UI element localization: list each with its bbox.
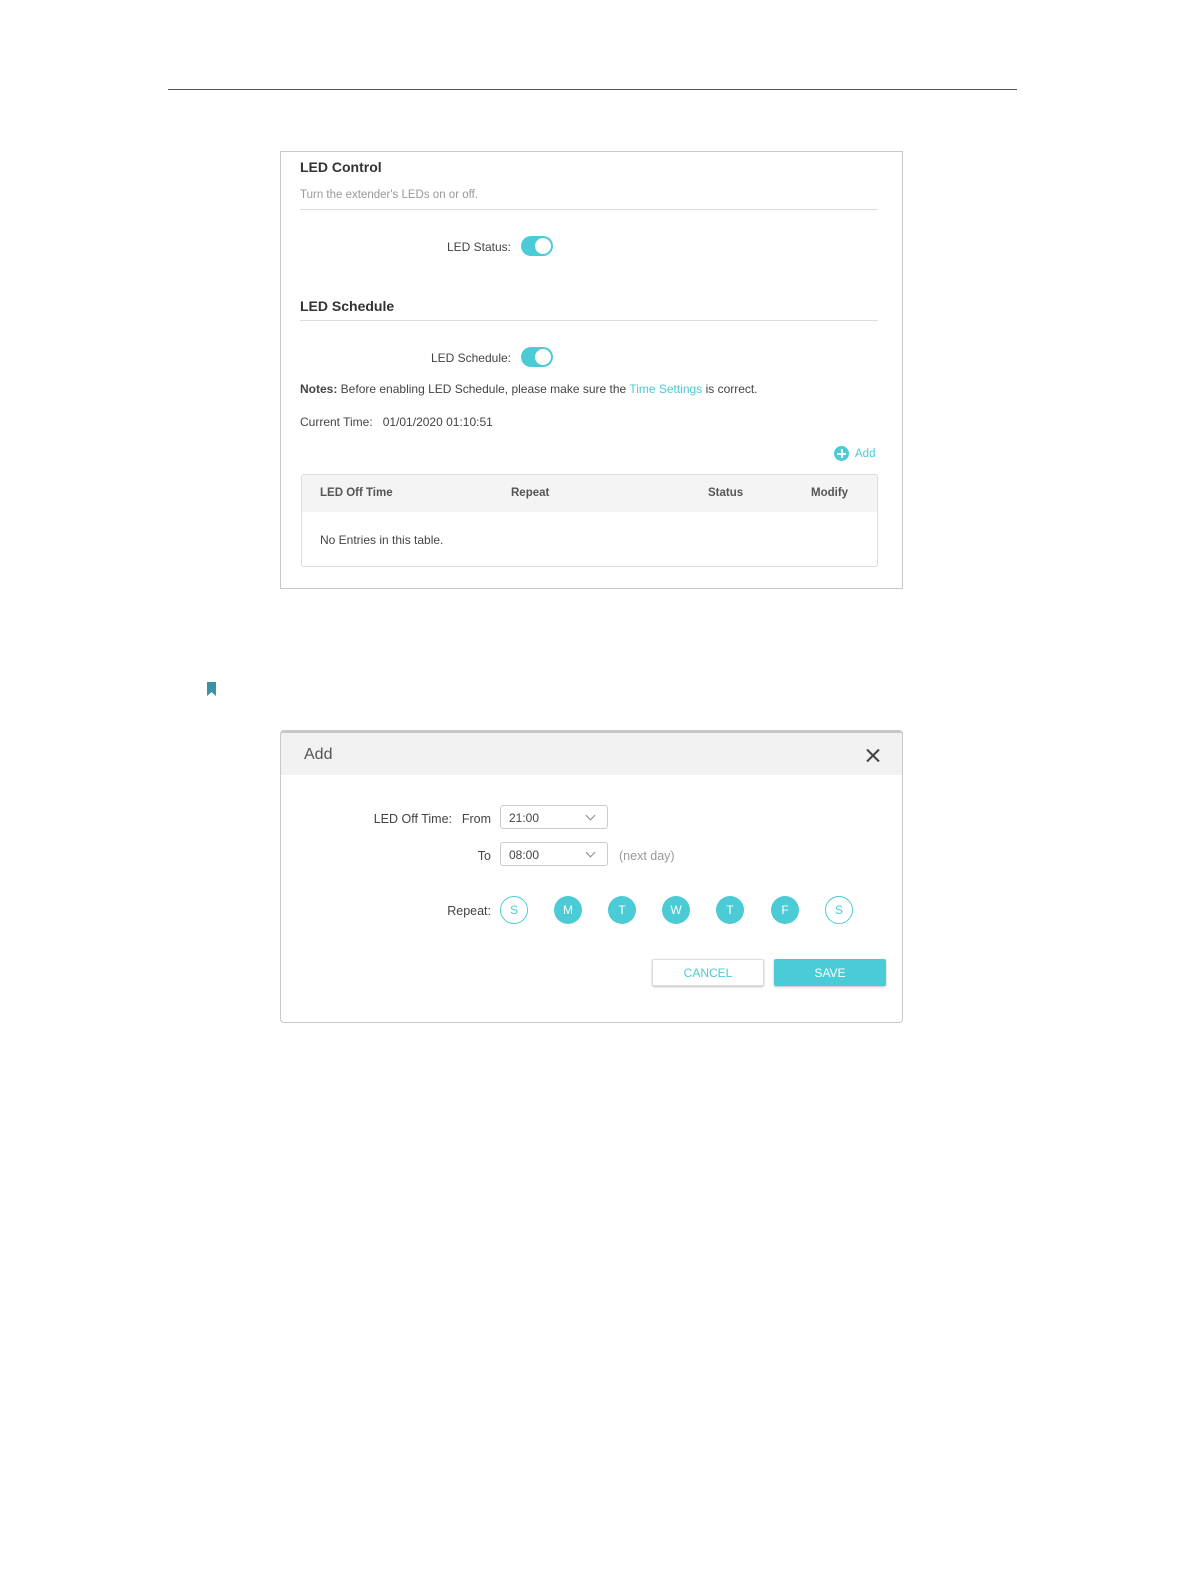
save-button[interactable]: SAVE [774, 959, 886, 986]
from-time-value: 21:00 [509, 811, 540, 825]
schedule-notes: Notes: Before enabling LED Schedule, ple… [300, 382, 758, 396]
dialog-header: Add [281, 733, 902, 775]
repeat-label: Repeat: [447, 904, 491, 918]
column-header: LED Off Time [320, 487, 393, 499]
next-day-note: (next day) [619, 849, 675, 863]
day-thursday[interactable]: T [716, 896, 744, 924]
day-sunday[interactable]: S [500, 896, 528, 924]
schedule-table: LED Off Time Repeat Status Modify No Ent… [301, 474, 878, 567]
led-off-time-label: LED Off Time: [373, 812, 452, 826]
led-status-toggle[interactable] [521, 236, 553, 256]
page-top-rule [168, 89, 1017, 90]
from-label: From [461, 812, 491, 826]
add-schedule-dialog: Add LED Off Time: From 21:00 To 08:00 (n… [280, 730, 903, 1023]
led-control-divider [300, 209, 878, 210]
day-label: T [618, 903, 626, 917]
time-settings-link[interactable]: Time Settings [629, 382, 702, 396]
day-wednesday[interactable]: W [662, 896, 690, 924]
cancel-button[interactable]: CANCEL [652, 959, 764, 986]
column-header: Status [708, 487, 744, 499]
notes-prefix: Notes: [300, 382, 338, 396]
chevron-down-icon [585, 847, 596, 858]
to-label: To [477, 849, 491, 863]
bookmark-icon [207, 682, 216, 696]
table-header: LED Off Time Repeat Status Modify [302, 475, 877, 512]
day-label: S [834, 903, 843, 917]
day-label: M [563, 903, 573, 917]
add-schedule-button[interactable]: Add [834, 446, 875, 461]
led-status-label: LED Status: [446, 240, 511, 254]
chevron-down-icon [585, 810, 596, 821]
current-time-row: Current Time: 01/01/2020 01:10:51 [300, 415, 493, 429]
day-saturday[interactable]: S [825, 896, 853, 924]
to-time-value: 08:00 [509, 848, 540, 862]
led-settings-panel: LED Control Turn the extender's LEDs on … [280, 151, 903, 589]
column-header: Repeat [511, 487, 550, 499]
table-empty-message: No Entries in this table. [320, 533, 444, 547]
day-tuesday[interactable]: T [608, 896, 636, 924]
day-label: F [781, 903, 789, 917]
led-schedule-label: LED Schedule: [430, 351, 511, 365]
notes-suffix: is correct. [702, 382, 758, 396]
toggle-knob [535, 238, 551, 254]
day-label: T [726, 903, 734, 917]
current-time-value: 01/01/2020 01:10:51 [382, 415, 493, 429]
add-label: Add [855, 447, 876, 460]
dialog-title: Add [304, 746, 333, 763]
day-label: S [509, 903, 518, 917]
plus-circle-icon [834, 446, 849, 461]
toggle-knob [535, 349, 551, 365]
led-schedule-toggle[interactable] [521, 347, 553, 367]
column-header: Modify [811, 487, 849, 499]
day-label: W [670, 903, 682, 917]
day-friday[interactable]: F [771, 896, 799, 924]
led-schedule-title: LED Schedule [300, 298, 395, 314]
led-control-subtitle: Turn the extender's LEDs on or off. [300, 189, 478, 201]
led-control-title: LED Control [300, 159, 382, 175]
led-schedule-divider [300, 320, 878, 321]
day-monday[interactable]: M [554, 896, 582, 924]
notes-text: Before enabling LED Schedule, please mak… [337, 382, 630, 396]
current-time-label: Current Time: [300, 415, 373, 429]
close-icon[interactable] [866, 748, 880, 762]
from-time-select[interactable]: 21:00 [500, 805, 608, 829]
to-time-select[interactable]: 08:00 [500, 842, 608, 866]
